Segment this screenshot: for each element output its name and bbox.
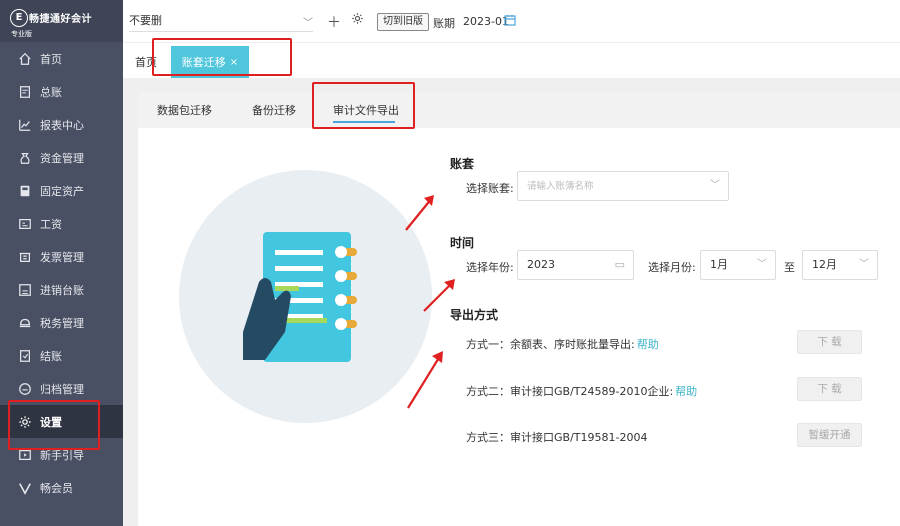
month-from-select[interactable]: 1月 ﹀ (700, 250, 776, 280)
sidebar-nav: 首页总账报表中心资金管理固定资产工资发票管理进销台账税务管理结账归档管理设置新手… (0, 42, 123, 504)
sidebar-item-salary[interactable]: 工资 (0, 207, 123, 240)
tax-icon (18, 316, 32, 330)
sidebar-item-label: 总账 (40, 85, 62, 99)
inventory-icon (18, 283, 32, 297)
tab-account-migration[interactable]: 账套迁移 × (171, 46, 249, 78)
sidebar-item-home[interactable]: 首页 (0, 42, 123, 75)
company-select-value: 不要删 (129, 14, 162, 27)
sidebar-item-tax[interactable]: 税务管理 (0, 306, 123, 339)
sidebar: E 畅捷通好会计 专业版 首页总账报表中心资金管理固定资产工资发票管理进销台账税… (0, 0, 123, 526)
export-section-title: 导出方式 (450, 308, 499, 322)
month-to-value: 12月 (812, 258, 837, 271)
year-value: 2023 (527, 258, 555, 271)
chevron-down-icon: ﹀ (303, 18, 313, 29)
to-label: 至 (784, 261, 795, 274)
export-method-3: 方式三：审计接口GB/T19581-2004 (466, 429, 647, 445)
calendar-icon: ▭ (614, 258, 625, 271)
sidebar-item-label: 归档管理 (40, 382, 84, 396)
sidebar-item-money-bag[interactable]: 资金管理 (0, 141, 123, 174)
gear-icon[interactable] (351, 12, 364, 29)
tab-home[interactable]: 首页 (135, 54, 157, 70)
sidebar-item-label: 首页 (40, 52, 62, 66)
account-select-placeholder: 请输入账簿名称 (527, 181, 594, 192)
add-icon[interactable]: ＋ (327, 12, 341, 32)
sidebar-item-label: 结账 (40, 349, 62, 363)
select-account-label: 选择账套: (466, 182, 514, 195)
guide-icon (18, 448, 32, 462)
sidebar-item-vip[interactable]: 畅会员 (0, 471, 123, 504)
period-label: 账期 (433, 17, 455, 30)
month-to-select[interactable]: 12月 ﹀ (802, 250, 878, 280)
chevron-down-icon: ﹀ (710, 180, 720, 191)
brand-edition: 专业版 (11, 30, 32, 38)
sidebar-item-label: 畅会员 (40, 481, 73, 495)
export-method-1: 方式一：余额表、序时账批量导出: 帮助 (466, 336, 659, 352)
brand-name: 畅捷通好会计 (29, 14, 92, 25)
time-section-title: 时间 (450, 236, 475, 250)
month-label: 选择月份: (648, 261, 696, 274)
export-method-3-text: 方式三：审计接口GB/T19581-2004 (466, 431, 648, 444)
asset-icon (18, 184, 32, 198)
invoice-icon (18, 250, 32, 264)
account-select[interactable]: 请输入账簿名称 ﹀ (517, 171, 729, 201)
help-link[interactable]: 帮助 (637, 338, 659, 351)
salary-icon (18, 217, 32, 231)
brand-logo-icon: E (10, 9, 28, 27)
sidebar-item-asset[interactable]: 固定资产 (0, 174, 123, 207)
gear-icon (18, 415, 32, 429)
close-icon[interactable]: × (230, 57, 238, 68)
sidebar-item-label: 资金管理 (40, 151, 84, 165)
subtab-data-package-migration[interactable]: 数据包迁移 (157, 102, 212, 118)
sidebar-item-gear[interactable]: 设置 (0, 405, 123, 438)
export-method-2-text: 方式二：审计接口GB/T24589-2010企业: (466, 385, 674, 398)
sidebar-item-guide[interactable]: 新手引导 (0, 438, 123, 471)
help-link[interactable]: 帮助 (675, 385, 697, 398)
account-section-title: 账套 (450, 157, 475, 171)
sidebar-item-invoice[interactable]: 发票管理 (0, 240, 123, 273)
sidebar-item-label: 进销台账 (40, 283, 84, 297)
chevron-down-icon: ﹀ (859, 259, 869, 270)
sidebar-item-archive[interactable]: 归档管理 (0, 372, 123, 405)
archive-icon (18, 382, 32, 396)
sidebar-item-ledger[interactable]: 总账 (0, 75, 123, 108)
export-method-2: 方式二：审计接口GB/T24589-2010企业: 帮助 (466, 383, 697, 399)
top-bar: 不要删 ﹀ ＋ 切到旧版 账期 2023-01 (123, 0, 900, 43)
subtab-audit-file-export[interactable]: 审计文件导出 (333, 102, 399, 118)
switch-old-version-button[interactable]: 切到旧版 (377, 13, 429, 31)
sidebar-item-label: 新手引导 (40, 448, 84, 462)
calendar-icon[interactable] (504, 14, 516, 29)
sidebar-item-inventory[interactable]: 进销台账 (0, 273, 123, 306)
tab-label: 账套迁移 (181, 56, 226, 69)
sub-tabs: 数据包迁移 备份迁移 审计文件导出 (138, 92, 900, 128)
money-bag-icon (18, 151, 32, 165)
sidebar-item-closing[interactable]: 结账 (0, 339, 123, 372)
page-tabs: 首页 账套迁移 × (123, 43, 900, 78)
export-method-1-text: 方式一：余额表、序时账批量导出: (466, 338, 635, 351)
period-value[interactable]: 2023-01 (463, 15, 509, 28)
chart-icon (18, 118, 32, 132)
postponed-button[interactable]: 暂缓开通 (797, 423, 862, 447)
brand: E 畅捷通好会计 专业版 (0, 0, 123, 42)
subtab-active-indicator (333, 121, 395, 123)
subtab-backup-migration[interactable]: 备份迁移 (252, 102, 296, 118)
download-button-1[interactable]: 下 载 (797, 330, 862, 354)
sidebar-item-label: 税务管理 (40, 316, 84, 330)
month-from-value: 1月 (710, 258, 728, 271)
sidebar-item-label: 工资 (40, 217, 62, 231)
vip-icon (18, 481, 32, 495)
chevron-down-icon: ﹀ (757, 259, 767, 270)
year-picker[interactable]: 2023 ▭ (517, 250, 634, 280)
company-select[interactable]: 不要删 ﹀ (129, 12, 313, 32)
sidebar-item-label: 报表中心 (40, 118, 84, 132)
sidebar-item-label: 固定资产 (40, 184, 84, 198)
notebook-illustration-icon (179, 170, 432, 423)
download-button-2[interactable]: 下 载 (797, 377, 862, 401)
home-icon (18, 52, 32, 66)
year-label: 选择年份: (466, 261, 514, 274)
ledger-icon (18, 85, 32, 99)
sidebar-item-chart[interactable]: 报表中心 (0, 108, 123, 141)
sidebar-item-label: 设置 (40, 415, 62, 429)
sidebar-item-label: 发票管理 (40, 250, 84, 264)
closing-icon (18, 349, 32, 363)
